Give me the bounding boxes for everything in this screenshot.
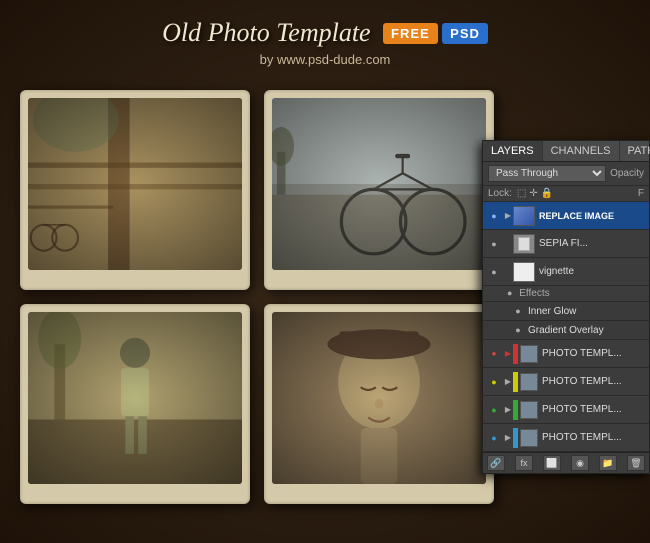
- photo-image-1: [28, 98, 242, 270]
- layer-photo-template-4[interactable]: ● ▶ PHOTO TEMPL...: [483, 424, 649, 452]
- lock-label: Lock:: [488, 188, 512, 199]
- layer-name-vignette: vignette: [539, 266, 645, 277]
- effect-inner-glow[interactable]: ● Inner Glow: [483, 302, 649, 321]
- thumb-sepia: [513, 234, 535, 254]
- eye-icon-3[interactable]: ●: [487, 265, 501, 279]
- triangle-pt1[interactable]: ▶: [503, 349, 513, 359]
- blend-mode-select[interactable]: Pass Through Normal Multiply Screen Over…: [488, 165, 606, 182]
- layer-name-pt4: PHOTO TEMPL...: [542, 432, 645, 443]
- tab-layers[interactable]: LAYERS: [483, 141, 543, 161]
- eye-icon-pt4[interactable]: ●: [487, 431, 501, 445]
- effect-gradient-overlay[interactable]: ● Gradient Overlay: [483, 321, 649, 340]
- header-area: Old Photo Template FREE PSD by www.psd-d…: [0, 18, 650, 67]
- fx-button[interactable]: fx: [515, 455, 533, 471]
- mask-button[interactable]: ⬜: [543, 455, 561, 471]
- photo-image-2: [272, 98, 486, 270]
- lock-pixel-icon[interactable]: ⬚: [517, 188, 526, 199]
- eye-icon-gradient[interactable]: ●: [511, 323, 525, 337]
- layer-sepia[interactable]: ● SEPIA FI...: [483, 230, 649, 258]
- free-badge: FREE: [383, 23, 438, 44]
- eye-icon-pt2[interactable]: ●: [487, 375, 501, 389]
- layer-color-yellow: [513, 372, 518, 392]
- layer-photo-template-1[interactable]: ▶ PHOTO TEMPL...: [483, 340, 649, 368]
- layer-name-pt1: PHOTO TEMPL...: [542, 348, 645, 359]
- fill-label: F: [638, 188, 644, 199]
- eye-icon-pt3[interactable]: ●: [487, 403, 501, 417]
- adjustment-button[interactable]: ◉: [571, 455, 589, 471]
- ps-panel: LAYERS CHANNELS PATHS Pass Through Norma…: [482, 140, 650, 474]
- subtitle: by www.psd-dude.com: [0, 52, 650, 67]
- blend-mode-row: Pass Through Normal Multiply Screen Over…: [483, 162, 649, 186]
- layer-color-blue2: [513, 428, 518, 448]
- photo-frame-3: [20, 304, 250, 504]
- lock-all-icon[interactable]: 🔒: [541, 188, 553, 199]
- layer-replace-image[interactable]: ● ▶ REPLACE IMAGE: [483, 202, 649, 230]
- lock-row: Lock: ⬚ ✛ 🔒 F: [483, 186, 649, 202]
- thumb-replace: [513, 206, 535, 226]
- eye-icon-2[interactable]: ●: [487, 237, 501, 251]
- new-folder-button[interactable]: 📁: [599, 455, 617, 471]
- thumb-pt4: [520, 429, 538, 447]
- effects-header: ● Effects: [483, 286, 649, 302]
- photo-frame-2: [264, 90, 494, 290]
- layer-color-green: [513, 400, 518, 420]
- link-layers-button[interactable]: 🔗: [487, 455, 505, 471]
- thumb-pt3: [520, 401, 538, 419]
- psd-badge: PSD: [442, 23, 488, 44]
- triangle-pt4[interactable]: ▶: [503, 433, 513, 443]
- effect-name-gradient: Gradient Overlay: [528, 325, 645, 336]
- layer-photo-template-3[interactable]: ● ▶ PHOTO TEMPL...: [483, 396, 649, 424]
- effect-name-inner-glow: Inner Glow: [528, 306, 645, 317]
- layer-name-sepia: SEPIA FI...: [539, 238, 645, 249]
- layer-color-red: [513, 344, 518, 364]
- photo-image-4: [272, 312, 486, 484]
- tab-paths[interactable]: PATHS: [620, 141, 650, 161]
- delete-button[interactable]: 🗑: [627, 455, 645, 471]
- thumb-vignette: [513, 262, 535, 282]
- triangle-pt2[interactable]: ▶: [503, 377, 513, 387]
- triangle-icon-2: [503, 239, 513, 249]
- photo-image-3: [28, 312, 242, 484]
- photo-frame-4: [264, 304, 494, 504]
- layer-name-replace: REPLACE IMAGE: [539, 211, 645, 221]
- triangle-icon-3: [503, 267, 513, 277]
- ps-bottom-toolbar: 🔗 fx ⬜ ◉ 📁 🗑: [483, 452, 649, 473]
- eye-icon-inner-glow[interactable]: ●: [511, 304, 525, 318]
- thumb-pt2: [520, 373, 538, 391]
- photo-grid: [20, 90, 494, 504]
- layer-photo-template-2[interactable]: ● ▶ PHOTO TEMPL...: [483, 368, 649, 396]
- triangle-pt3[interactable]: ▶: [503, 405, 513, 415]
- layer-name-pt3: PHOTO TEMPL...: [542, 404, 645, 415]
- layer-vignette[interactable]: ● vignette: [483, 258, 649, 286]
- layer-name-pt2: PHOTO TEMPL...: [542, 376, 645, 387]
- tab-channels[interactable]: CHANNELS: [543, 141, 620, 161]
- eye-icon-pt1[interactable]: [487, 347, 501, 361]
- triangle-icon-1[interactable]: ▶: [503, 211, 513, 221]
- lock-position-icon[interactable]: ✛: [529, 188, 537, 199]
- opacity-label: Opacity: [610, 168, 644, 179]
- ps-tabs: LAYERS CHANNELS PATHS: [483, 141, 649, 162]
- page-title: Old Photo Template: [162, 18, 370, 48]
- layers-list: ● ▶ REPLACE IMAGE ● SEPIA FI... ● vignet…: [483, 202, 649, 452]
- eye-icon-1[interactable]: ●: [487, 209, 501, 223]
- photo-frame-1: [20, 90, 250, 290]
- thumb-pt1: [520, 345, 538, 363]
